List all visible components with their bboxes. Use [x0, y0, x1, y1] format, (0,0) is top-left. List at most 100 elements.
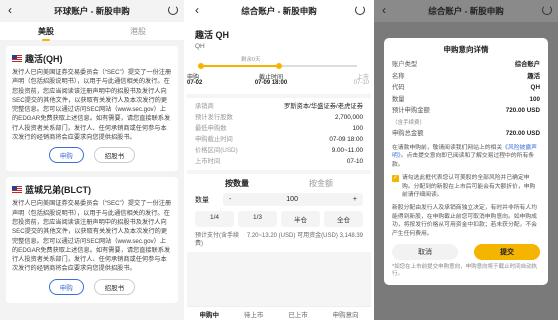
timeline-bar: [198, 63, 357, 69]
page-title: 综合账户 - 新股申购: [241, 6, 317, 16]
nav-listed[interactable]: 已上市: [288, 309, 308, 319]
submit-button[interactable]: 提交: [474, 244, 540, 261]
ipo-card: 蓝城兄弟(BLCT) 发行人已向美国证券交易委员会（“SEC”）提交了一份注册声…: [6, 177, 178, 303]
info-key: 价格区间(USD): [195, 147, 238, 154]
market-tabs: 美股 港股: [0, 22, 184, 41]
panel-global-account: ‹ 环球账户 - 新股申购 美股 港股 趣活(QH) 发行人已向美国证券交易委员…: [0, 0, 184, 320]
timeline-step-date: 07-10: [353, 80, 369, 86]
nav-subscribing[interactable]: 申购中: [199, 309, 219, 319]
checkbox-checked-icon[interactable]: ✓: [392, 175, 399, 183]
prospectus-button[interactable]: 招股书: [93, 147, 136, 164]
page-title: 综合账户 - 新股申购: [428, 6, 504, 16]
us-flag-icon: [12, 55, 22, 62]
tab-us[interactable]: 美股: [38, 26, 54, 41]
stock-code: QH: [195, 43, 205, 50]
cancel-button[interactable]: 取消: [392, 244, 458, 261]
subscribe-button[interactable]: 申购: [48, 147, 84, 164]
chip-half[interactable]: 半仓: [281, 211, 320, 227]
quantity-stepper: - 100 +: [223, 193, 363, 206]
ipo-name: 蓝城兄弟(BLCT): [25, 185, 91, 196]
quantity-value[interactable]: 100: [286, 196, 298, 203]
fee-note: （含手续费）: [392, 119, 426, 126]
panel-intent-dialog: ‹ 综合账户 - 新股申购 申购意向详情 账户类型 综合账户 名称 趣活 代码 QH …: [374, 0, 558, 320]
info-value: 9.00~11.00: [331, 147, 363, 154]
available-funds-value: 3,148.39: [339, 233, 363, 239]
info-key: 申购截止时间: [195, 136, 233, 143]
countdown-label: 剩余0天: [241, 57, 261, 63]
timeline-dot: [276, 63, 282, 69]
risk-note: 在请款申购前，敬请阅读我们网站上的相关《风险披露声明》。点击提交意向即已阅读和了…: [392, 144, 540, 170]
header: ‹ 环球账户 - 新股申购: [0, 0, 184, 22]
decrement-button[interactable]: -: [229, 196, 231, 203]
ipo-disclaimer: 发行人已向美国证券交易委员会（“SEC”）提交了一份注册声明（包括招股说明书），…: [12, 200, 172, 273]
total-amount-value: 720.00 USD: [505, 130, 540, 137]
detail-value: 趣活: [527, 72, 540, 80]
back-icon[interactable]: ‹: [382, 4, 386, 16]
ipo-timeline: 剩余0天 申购 截止时间 上市 07-02 07-09 18:00 07-10: [187, 54, 371, 94]
timeline-dot: [198, 63, 204, 69]
tab-hk[interactable]: 港股: [130, 26, 146, 37]
detail-key: 数量: [392, 95, 405, 103]
stock-name: 趣活 QH: [195, 30, 230, 40]
prospectus-button[interactable]: 招股书: [93, 278, 136, 295]
allocation-note: 新股分配由发行人及承销商独立决定，有时并非所有人均能得到新股，在申购截止前您可取…: [392, 205, 537, 237]
chip-third[interactable]: 1/3: [238, 211, 277, 227]
info-value: 07-10: [346, 158, 363, 165]
ipo-card: 趣活(QH) 发行人已向美国证券交易委员会（“SEC”）提交了一份注册声明（包括…: [6, 46, 178, 172]
tab-by-amount[interactable]: 按金额: [309, 178, 333, 189]
estimated-amount-label: 预计申购金额: [392, 107, 430, 114]
quantity-label: 数量: [195, 196, 209, 204]
us-flag-icon: [12, 186, 22, 194]
info-value: 罗斯资本/华盛证券/老虎证券: [283, 103, 363, 110]
refresh-icon[interactable]: [168, 5, 178, 15]
bottom-nav: 申购中 待上市 已上市 申购意向: [187, 306, 371, 320]
estimated-amount-value: 720.00 USD: [505, 107, 540, 114]
footer-note: *如您在上市前提交申购意向，申购意向将于截止时间自动执行。: [392, 264, 538, 278]
panel-subscription-detail: ‹ 综合账户 - 新股申购 趣活 QH QH 剩余0天 申购 截止时间 上市 0…: [187, 0, 371, 320]
header: ‹ 综合账户 - 新股申购: [187, 0, 371, 22]
stock-header: 趣活 QH QH: [187, 22, 371, 54]
tab-by-quantity[interactable]: 按数量: [225, 178, 249, 189]
nav-intent[interactable]: 申购意向: [333, 309, 359, 319]
intent-dialog: 申购意向详情 账户类型 综合账户 名称 趣活 代码 QH 数量 100 预计申购金额 （含…: [384, 38, 548, 285]
page-title: 环球账户 - 新股申购: [54, 6, 130, 16]
ipo-disclaimer: 发行人已向美国证券交易委员会（“SEC”）提交了一份注册声明（包括招股说明书），…: [12, 69, 172, 142]
refresh-icon[interactable]: [355, 5, 365, 15]
info-value: 100: [352, 125, 363, 132]
detail-key: 账户类型: [392, 61, 418, 68]
timeline-step-date: 07-09 18:00: [254, 80, 288, 86]
risk-note-text: 在请款申购前，敬请阅读我们网站上的相关: [392, 144, 503, 151]
detail-key: 预计申购金额 （含手续费）: [392, 105, 430, 128]
info-key: 最低申购数: [195, 125, 227, 132]
detail-key: 代码: [392, 84, 405, 91]
ipo-info: 承销商 罗斯资本/华盛证券/老虎证券 预计发行股数 2,700,000 最低申购数 1…: [187, 98, 371, 170]
estimated-pay-label: 预计支付(含手续费): [195, 233, 239, 247]
detail-value: QH: [530, 84, 540, 91]
nav-pending-listing[interactable]: 待上市: [244, 309, 264, 319]
dialog-title: 申购意向详情: [443, 45, 489, 54]
confirm-checkbox-row: ✓ 请勾选此框代表您认可美股的全部风险并已确定申购。分配到的新股在上市后可能会有…: [392, 174, 540, 200]
back-icon[interactable]: ‹: [195, 4, 199, 16]
estimated-pay-value: 7.20~13.20 (USD): [246, 233, 296, 239]
detail-value: 综合账户: [514, 61, 540, 68]
back-icon[interactable]: ‹: [8, 4, 12, 16]
subscribe-button[interactable]: 申购: [48, 278, 84, 295]
info-key: 上市时间: [195, 158, 221, 165]
header: ‹ 综合账户 - 新股申购: [374, 0, 558, 22]
available-funds-label: 可用资金(USD): [297, 233, 338, 239]
info-key: 预计发行股数: [195, 114, 233, 121]
increment-button[interactable]: +: [353, 196, 357, 203]
total-amount-label: 申购总金额: [392, 130, 424, 137]
confirm-text: 请勾选此框代表您认可美股的全部风险并已确定申购。分配到的新股在上市后可能会有大额…: [402, 175, 536, 199]
refresh-icon[interactable]: [542, 5, 552, 15]
info-key: 承销商: [195, 103, 214, 110]
chip-full[interactable]: 全仓: [324, 211, 363, 227]
order-form: 按数量 按金额 数量 - 100 + 1/4 1/3 半仓 全仓 预计支付(含手…: [187, 174, 371, 252]
detail-key: 名称: [392, 72, 405, 80]
info-value: 07-09 18:00: [329, 136, 363, 143]
chip-quarter[interactable]: 1/4: [195, 211, 234, 227]
timeline-progress: [201, 65, 279, 67]
timeline-step-date: 07-02: [187, 80, 203, 86]
info-value: 2,700,000: [334, 114, 363, 121]
ipo-name: 趣活(QH): [25, 54, 63, 64]
